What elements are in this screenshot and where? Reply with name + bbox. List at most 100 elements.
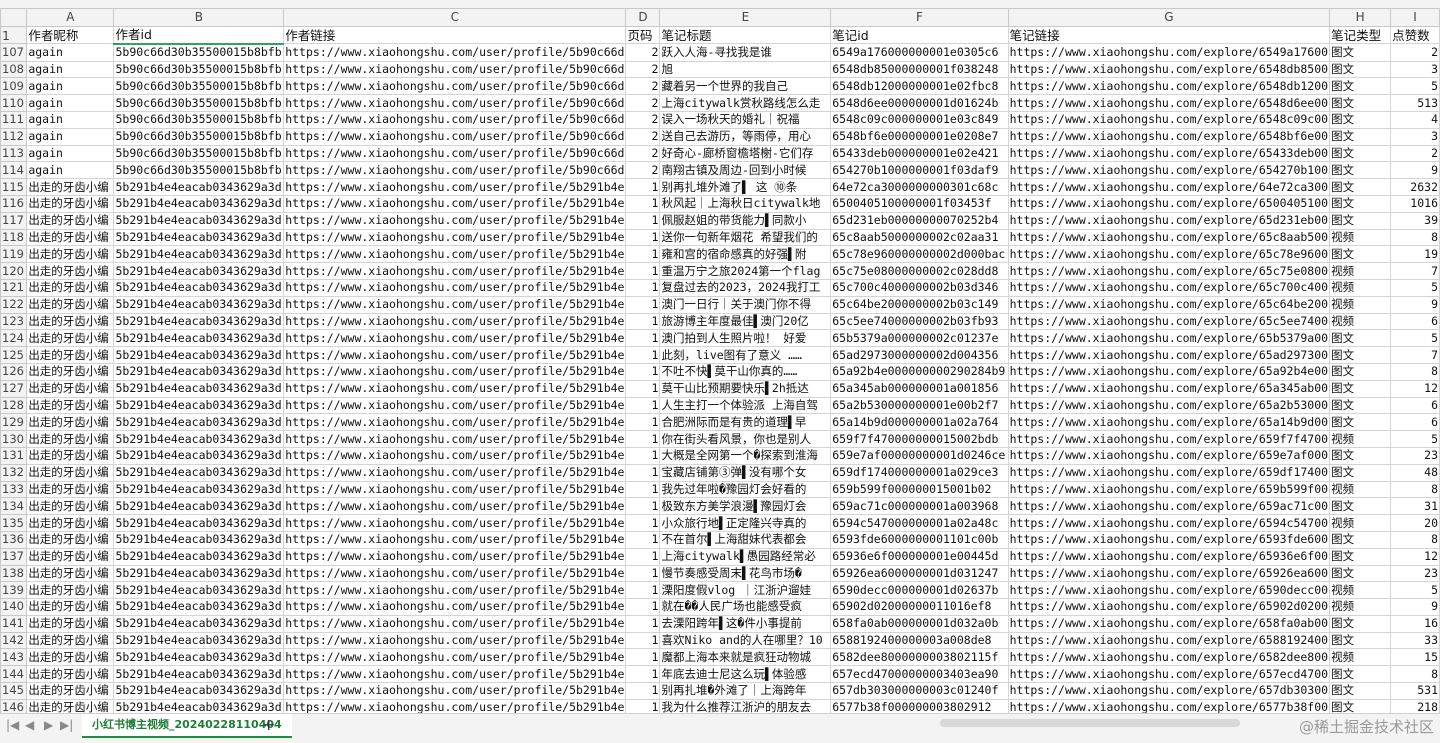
cell-a[interactable]: 出走的牙齿小编 — [26, 648, 115, 667]
cell-i[interactable]: 1016 — [1390, 194, 1440, 213]
cell-g[interactable]: https://www.xiaohongshu.com/explore/65a9… — [1007, 362, 1331, 381]
cell-b[interactable]: 5b90c66d30b35500015b8bfb — [113, 110, 285, 129]
cell-c[interactable]: https://www.xiaohongshu.com/user/profile… — [283, 463, 627, 482]
row-number[interactable]: 140 — [0, 598, 28, 616]
cell-i[interactable]: 5 — [1390, 278, 1440, 297]
cell-d[interactable]: 1 — [625, 413, 661, 432]
cell-c[interactable]: https://www.xiaohongshu.com/user/profile… — [283, 430, 627, 448]
row-number[interactable]: 128 — [0, 396, 28, 415]
cell-c[interactable]: https://www.xiaohongshu.com/user/profile… — [283, 446, 627, 465]
cell-a[interactable]: 出走的牙齿小编 — [26, 413, 115, 432]
cell-d[interactable]: 1 — [625, 379, 661, 398]
cell-e[interactable]: 复盘过去的2023，2024我打工 — [659, 278, 832, 297]
next-sheet-icon[interactable]: ▶ — [44, 718, 53, 732]
cell-c[interactable]: https://www.xiaohongshu.com/user/profile… — [283, 346, 627, 364]
cell-b[interactable]: 5b291b4e4eacab0343629a3d — [113, 194, 285, 213]
cell-a[interactable]: again — [26, 60, 115, 79]
row-number[interactable]: 135 — [0, 514, 28, 532]
cell-e[interactable]: 别再扎堆外滩了▌ 这 ⑩条 — [659, 178, 832, 196]
cell-a[interactable]: 出走的牙齿小编 — [26, 530, 115, 549]
cell-f[interactable]: 65c64be2000000002b03c149 — [830, 295, 1009, 314]
cell-g[interactable]: https://www.xiaohongshu.com/explore/65a3… — [1007, 379, 1331, 398]
cell-i[interactable]: 5 — [1390, 329, 1440, 348]
cell-a[interactable]: 出走的牙齿小编 — [26, 278, 115, 297]
cell-i[interactable]: 20 — [1390, 514, 1440, 532]
cell-c[interactable]: https://www.xiaohongshu.com/user/profile… — [283, 110, 627, 129]
row-number[interactable]: 127 — [0, 379, 28, 398]
cell-i[interactable]: 8 — [1390, 530, 1440, 549]
cell-i[interactable]: 点赞数 — [1390, 25, 1440, 45]
cell-b[interactable]: 5b291b4e4eacab0343629a3d — [113, 295, 285, 314]
cell-a[interactable]: 出走的牙齿小编 — [26, 178, 115, 196]
cell-i[interactable]: 31 — [1390, 497, 1440, 516]
cell-h[interactable]: 视频 — [1329, 312, 1392, 331]
cell-i[interactable]: 531 — [1390, 682, 1440, 700]
cell-d[interactable]: 2 — [625, 77, 661, 96]
column-header-h[interactable]: H — [1329, 8, 1392, 27]
cell-b[interactable]: 5b291b4e4eacab0343629a3d — [113, 514, 285, 532]
cell-c[interactable]: https://www.xiaohongshu.com/user/profile… — [283, 631, 627, 650]
cell-i[interactable]: 8 — [1390, 228, 1440, 247]
cell-h[interactable]: 视频 — [1329, 262, 1392, 280]
row-number[interactable]: 115 — [0, 178, 28, 196]
cell-h[interactable]: 视频 — [1329, 514, 1392, 532]
cell-c[interactable]: https://www.xiaohongshu.com/user/profile… — [283, 312, 627, 331]
row-number[interactable]: 116 — [0, 194, 28, 213]
cell-g[interactable]: https://www.xiaohongshu.com/explore/6548… — [1007, 77, 1331, 96]
cell-f[interactable]: 65902d02000000011016ef8 — [830, 598, 1009, 616]
cell-f[interactable]: 6548bf6e000000001e0208e7 — [830, 127, 1009, 146]
column-header-g[interactable]: G — [1007, 8, 1331, 27]
cell-f[interactable]: 6593fde6000000001101c00b — [830, 530, 1009, 549]
cell-c[interactable]: https://www.xiaohongshu.com/user/profile… — [283, 413, 627, 432]
row-number[interactable]: 114 — [0, 161, 28, 180]
cell-h[interactable]: 图文 — [1329, 413, 1392, 432]
cell-e[interactable]: 上海citywalk▌愚园路经常必 — [659, 547, 832, 566]
cell-h[interactable]: 视频 — [1329, 430, 1392, 448]
cell-b[interactable]: 5b291b4e4eacab0343629a3d — [113, 564, 285, 583]
cell-g[interactable]: https://www.xiaohongshu.com/explore/6549… — [1007, 43, 1331, 62]
cell-g[interactable]: https://www.xiaohongshu.com/explore/6593… — [1007, 547, 1331, 566]
cell-g[interactable]: https://www.xiaohongshu.com/explore/65a2… — [1007, 396, 1331, 415]
cell-c[interactable]: https://www.xiaohongshu.com/user/profile… — [283, 329, 627, 348]
cell-f[interactable]: 65a2b530000000001e00b2f7 — [830, 396, 1009, 415]
row-number[interactable]: 110 — [0, 94, 28, 112]
cell-e[interactable]: 误入一场秋天的婚礼｜祝福 — [659, 110, 832, 129]
cell-e[interactable]: 此刻，live图有了意义 …… — [659, 346, 832, 364]
cell-d[interactable]: 1 — [625, 497, 661, 516]
cell-d[interactable]: 1 — [625, 278, 661, 297]
cell-b[interactable]: 5b291b4e4eacab0343629a3d — [113, 665, 285, 684]
cell-e[interactable]: 别再扎堆�外滩了｜上海跨年 — [659, 682, 832, 700]
cell-a[interactable]: 出走的牙齿小编 — [26, 346, 115, 364]
cell-h[interactable]: 笔记类型 — [1329, 25, 1392, 45]
cell-c[interactable]: https://www.xiaohongshu.com/user/profile… — [283, 614, 627, 633]
column-header-c[interactable]: C — [283, 8, 627, 27]
cell-c[interactable]: https://www.xiaohongshu.com/user/profile… — [283, 60, 627, 79]
cell-a[interactable]: 出走的牙齿小编 — [26, 194, 115, 213]
cell-h[interactable]: 图文 — [1329, 94, 1392, 112]
row-number[interactable]: 126 — [0, 362, 28, 381]
row-number[interactable]: 129 — [0, 413, 28, 432]
cell-h[interactable]: 图文 — [1329, 362, 1392, 381]
cell-d[interactable]: 2 — [625, 161, 661, 180]
cell-g[interactable]: https://www.xiaohongshu.com/explore/6548… — [1007, 60, 1331, 79]
cell-d[interactable]: 2 — [625, 127, 661, 146]
cell-c[interactable]: https://www.xiaohongshu.com/user/profile… — [283, 211, 627, 230]
cell-a[interactable]: 出走的牙齿小编 — [26, 379, 115, 398]
cell-g[interactable]: https://www.xiaohongshu.com/explore/6593… — [1007, 530, 1331, 549]
cell-d[interactable]: 1 — [625, 665, 661, 684]
cell-b[interactable]: 5b90c66d30b35500015b8bfb — [113, 43, 285, 62]
cell-d[interactable]: 1 — [625, 262, 661, 280]
cell-b[interactable]: 5b291b4e4eacab0343629a3d — [113, 362, 285, 381]
cell-e[interactable]: 好奇心-廊桥窗檐塔榭-它们存 — [659, 144, 832, 163]
cell-a[interactable]: 出走的牙齿小编 — [26, 362, 115, 381]
cell-i[interactable]: 3 — [1390, 60, 1440, 79]
cell-b[interactable]: 5b291b4e4eacab0343629a3d — [113, 413, 285, 432]
cell-g[interactable]: https://www.xiaohongshu.com/explore/65c7… — [1007, 245, 1331, 264]
prev-sheet-icon[interactable]: ◀ — [25, 718, 34, 732]
cell-h[interactable]: 视频 — [1329, 228, 1392, 247]
cell-c[interactable]: https://www.xiaohongshu.com/user/profile… — [283, 194, 627, 213]
cell-i[interactable]: 2632 — [1390, 178, 1440, 196]
column-header-b[interactable]: B — [113, 8, 285, 27]
cell-h[interactable]: 视频 — [1329, 648, 1392, 667]
cell-h[interactable]: 图文 — [1329, 631, 1392, 650]
